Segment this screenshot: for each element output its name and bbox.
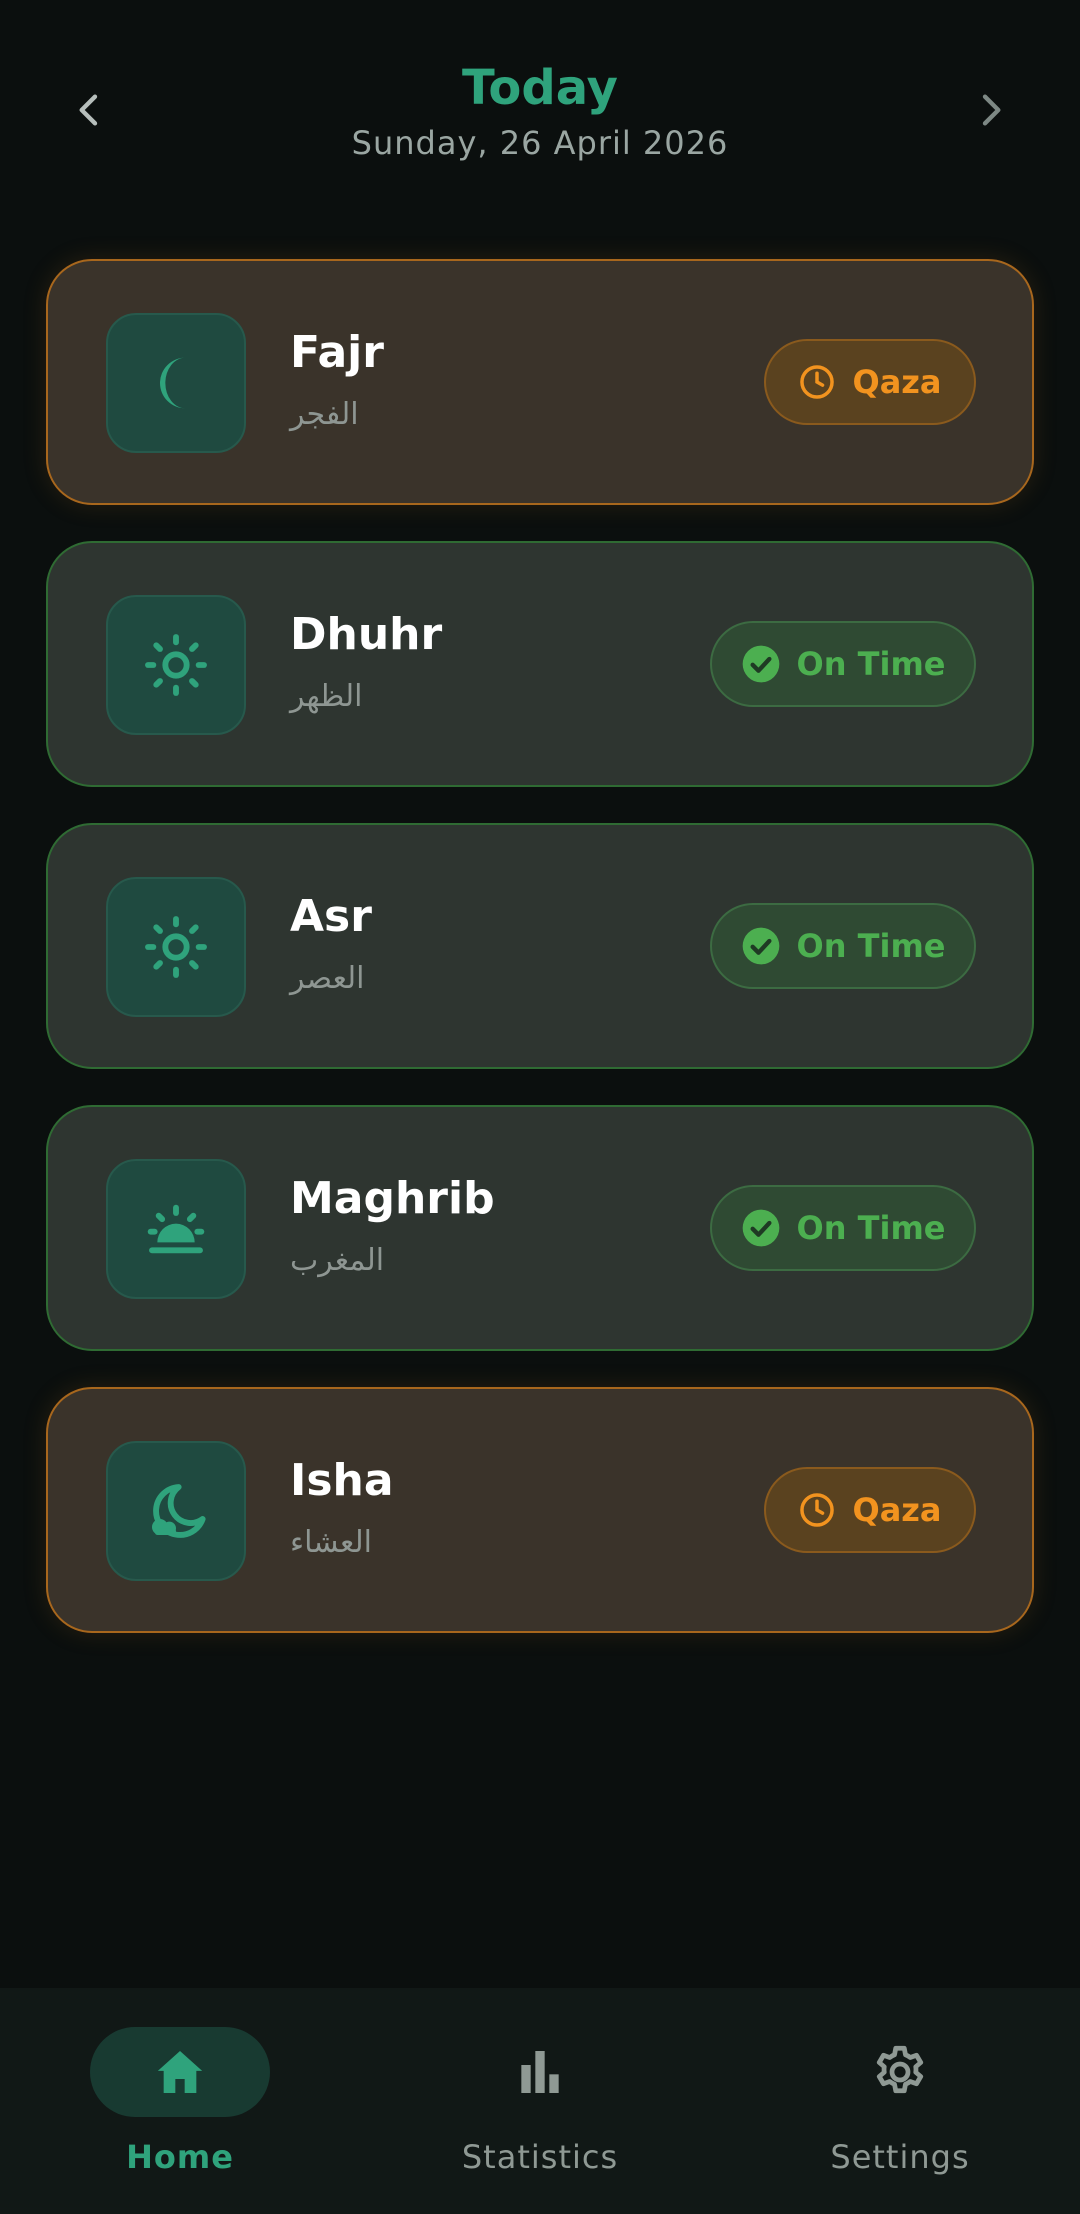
- status-badge-qaza[interactable]: Qaza: [764, 1467, 976, 1553]
- nav-item-statistics[interactable]: Statistics: [360, 1988, 720, 2214]
- prayer-arabic-name: المغرب: [290, 1243, 385, 1278]
- sunset-icon: [147, 1204, 205, 1254]
- prayer-icon-box: [106, 595, 246, 735]
- status-label: On Time: [796, 1209, 946, 1247]
- status-label: Qaza: [852, 1491, 942, 1529]
- prayer-name: Fajr: [290, 327, 384, 378]
- sun-icon: [145, 634, 207, 696]
- prayer-arabic-name: الفجر: [290, 397, 359, 432]
- bottom-navigation: Home Statistics Settings: [0, 1988, 1080, 2214]
- nav-label: Home: [126, 2138, 234, 2176]
- prayer-card-fajr[interactable]: Fajr الفجر Qaza: [46, 259, 1034, 505]
- home-icon: [157, 2051, 203, 2093]
- prayer-icon-box: [106, 313, 246, 453]
- prayer-name: Maghrib: [290, 1173, 495, 1224]
- bar-chart-icon: [521, 2051, 559, 2093]
- status-label: Qaza: [852, 363, 942, 401]
- status-label: On Time: [796, 645, 946, 683]
- prayer-arabic-name: العشاء: [290, 1525, 372, 1560]
- prayer-arabic-name: الظهر: [290, 679, 363, 714]
- prayer-icon-box: [106, 1441, 246, 1581]
- status-badge-qaza[interactable]: Qaza: [764, 339, 976, 425]
- status-badge-on-time[interactable]: On Time: [710, 621, 976, 707]
- prayer-card-asr[interactable]: Asr العصر On Time: [46, 823, 1034, 1069]
- moon-icon: [160, 357, 186, 409]
- prayer-name: Dhuhr: [290, 609, 443, 660]
- nav-item-settings[interactable]: Settings: [720, 1988, 1080, 2214]
- status-label: On Time: [796, 927, 946, 965]
- sun-icon: [145, 916, 207, 978]
- prayer-icon-box: [106, 1159, 246, 1299]
- prayer-name: Isha: [290, 1455, 394, 1506]
- prayer-card-dhuhr[interactable]: Dhuhr الظهر On Time: [46, 541, 1034, 787]
- moon-cloud-icon: [152, 1484, 206, 1538]
- nav-label: Statistics: [461, 2138, 619, 2176]
- prayer-name: Asr: [290, 891, 372, 942]
- prayer-card-isha[interactable]: Isha العشاء Qaza: [46, 1387, 1034, 1633]
- prayer-card-maghrib[interactable]: Maghrib المغرب On Time: [46, 1105, 1034, 1351]
- chevron-right-icon: [982, 94, 1001, 126]
- page-title: Today: [462, 60, 618, 116]
- header: Today Sunday, 26 April 2026: [0, 0, 1080, 200]
- next-day-button[interactable]: [960, 80, 1020, 140]
- status-badge-on-time[interactable]: On Time: [710, 903, 976, 989]
- check-circle-icon: [742, 645, 779, 683]
- status-badge-on-time[interactable]: On Time: [710, 1185, 976, 1271]
- clock-icon: [800, 1493, 835, 1527]
- check-circle-icon: [742, 1209, 779, 1247]
- clock-icon: [800, 365, 835, 399]
- check-circle-icon: [742, 927, 779, 965]
- gear-icon: [876, 2045, 924, 2094]
- prayer-icon-box: [106, 877, 246, 1017]
- nav-icon-wrap: [450, 2027, 630, 2117]
- prayer-arabic-name: العصر: [290, 961, 365, 996]
- nav-label: Settings: [830, 2138, 970, 2176]
- date-label: Sunday, 26 April 2026: [351, 124, 729, 162]
- nav-icon-wrap: [810, 2027, 990, 2117]
- nav-item-home[interactable]: Home: [0, 1988, 360, 2214]
- nav-active-indicator: [90, 2027, 270, 2117]
